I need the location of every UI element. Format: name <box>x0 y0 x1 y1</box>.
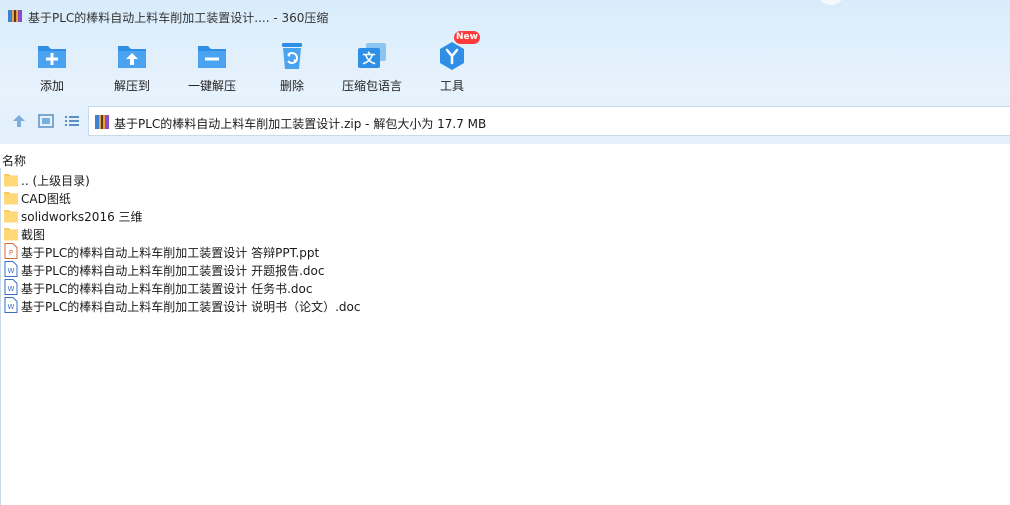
archive-language-label: 压缩包语言 <box>341 79 402 93</box>
zip-app-icon <box>8 10 22 22</box>
doc-file-icon: W <box>4 279 18 295</box>
file-name: .. (上级目录) <box>21 174 90 188</box>
extract-to-label: 解压到 <box>113 79 150 93</box>
file-name: CAD图纸 <box>21 192 71 206</box>
window-decoration <box>820 0 842 5</box>
top-panel: 基于PLC的棒料自动上料车削加工装置设计.... - 360压缩 添加 解压到 <box>0 0 1010 144</box>
up-arrow-icon[interactable] <box>10 112 28 130</box>
extract-to-icon <box>118 46 146 68</box>
list-item[interactable]: .. (上级目录) <box>0 170 500 188</box>
navigation-bar: 基于PLC的棒料自动上料车削加工装置设计.zip - 解包大小为 17.7 MB <box>0 106 1010 136</box>
column-header[interactable]: 名称 <box>0 148 1010 168</box>
folder-icon <box>4 192 18 205</box>
svg-text:W: W <box>8 303 15 311</box>
tools-label: 工具 <box>439 79 464 93</box>
path-bar[interactable]: 基于PLC的棒料自动上料车削加工装置设计.zip - 解包大小为 17.7 MB <box>88 106 1010 136</box>
window-title: 基于PLC的棒料自动上料车削加工装置设计.... - 360压缩 <box>28 11 329 25</box>
list-item[interactable]: 截图 <box>0 224 500 242</box>
file-name: 基于PLC的棒料自动上料车削加工装置设计 答辩PPT.ppt <box>21 246 320 260</box>
archive-language-icon: 文 <box>358 43 386 68</box>
list-item[interactable]: W 基于PLC的棒料自动上料车削加工装置设计 开题报告.doc <box>0 260 500 278</box>
tools-button[interactable]: 工具 <box>412 34 492 96</box>
one-click-extract-icon <box>198 46 226 68</box>
one-click-extract-label: 一键解压 <box>187 79 236 93</box>
tools-icon <box>440 42 464 70</box>
list-item[interactable]: W 基于PLC的棒料自动上料车削加工装置设计 任务书.doc <box>0 278 500 296</box>
one-click-extract-button[interactable]: 一键解压 <box>172 34 252 96</box>
toolbar: 添加 解压到 一键解压 删除 文 压缩包语言 工具 New <box>0 31 1010 98</box>
svg-text:文: 文 <box>362 51 376 67</box>
file-name: 基于PLC的棒料自动上料车削加工装置设计 任务书.doc <box>21 282 313 296</box>
add-label: 添加 <box>39 79 64 93</box>
delete-icon <box>282 43 302 69</box>
add-button[interactable]: 添加 <box>12 34 92 96</box>
svg-text:W: W <box>8 267 15 275</box>
svg-text:W: W <box>8 285 15 293</box>
delete-label: 删除 <box>279 79 304 93</box>
ppt-file-icon: P <box>4 243 18 259</box>
list-item[interactable]: P 基于PLC的棒料自动上料车削加工装置设计 答辩PPT.ppt <box>0 242 500 260</box>
file-name: 基于PLC的棒料自动上料车削加工装置设计 说明书（论文）.doc <box>21 300 361 314</box>
archive-language-button[interactable]: 文 压缩包语言 <box>332 34 412 96</box>
file-rows: .. (上级目录) CAD图纸 solidworks2016 三维 截图 P 基于PLC的… <box>0 170 500 314</box>
archive-path-text: 基于PLC的棒料自动上料车削加工装置设计.zip - 解包大小为 17.7 MB <box>114 117 487 131</box>
add-icon <box>38 46 66 68</box>
folder-icon <box>4 174 18 187</box>
file-name: 截图 <box>21 228 46 242</box>
delete-button[interactable]: 删除 <box>252 34 332 96</box>
new-badge: New <box>454 31 480 44</box>
doc-file-icon: W <box>4 261 18 277</box>
extract-to-button[interactable]: 解压到 <box>92 34 172 96</box>
file-name: 基于PLC的棒料自动上料车削加工装置设计 开题报告.doc <box>21 264 325 278</box>
list-view-icon[interactable] <box>63 112 81 130</box>
column-header-name: 名称 <box>2 154 27 168</box>
list-item[interactable]: W 基于PLC的棒料自动上料车削加工装置设计 说明书（论文）.doc <box>0 296 500 314</box>
list-item[interactable]: solidworks2016 三维 <box>0 206 500 224</box>
title-bar[interactable]: 基于PLC的棒料自动上料车削加工装置设计.... - 360压缩 <box>0 0 1010 32</box>
file-list: 名称 .. (上级目录) CAD图纸 solidworks2016 三维 截图 P 基于P… <box>0 144 1010 505</box>
folder-icon <box>4 210 18 223</box>
doc-file-icon: W <box>4 297 18 313</box>
folder-icon <box>4 228 18 241</box>
list-item[interactable]: CAD图纸 <box>0 188 500 206</box>
zip-file-icon <box>95 115 109 129</box>
file-name: solidworks2016 三维 <box>21 210 143 224</box>
thumbnail-view-icon[interactable] <box>37 112 55 130</box>
svg-text:P: P <box>9 249 13 257</box>
